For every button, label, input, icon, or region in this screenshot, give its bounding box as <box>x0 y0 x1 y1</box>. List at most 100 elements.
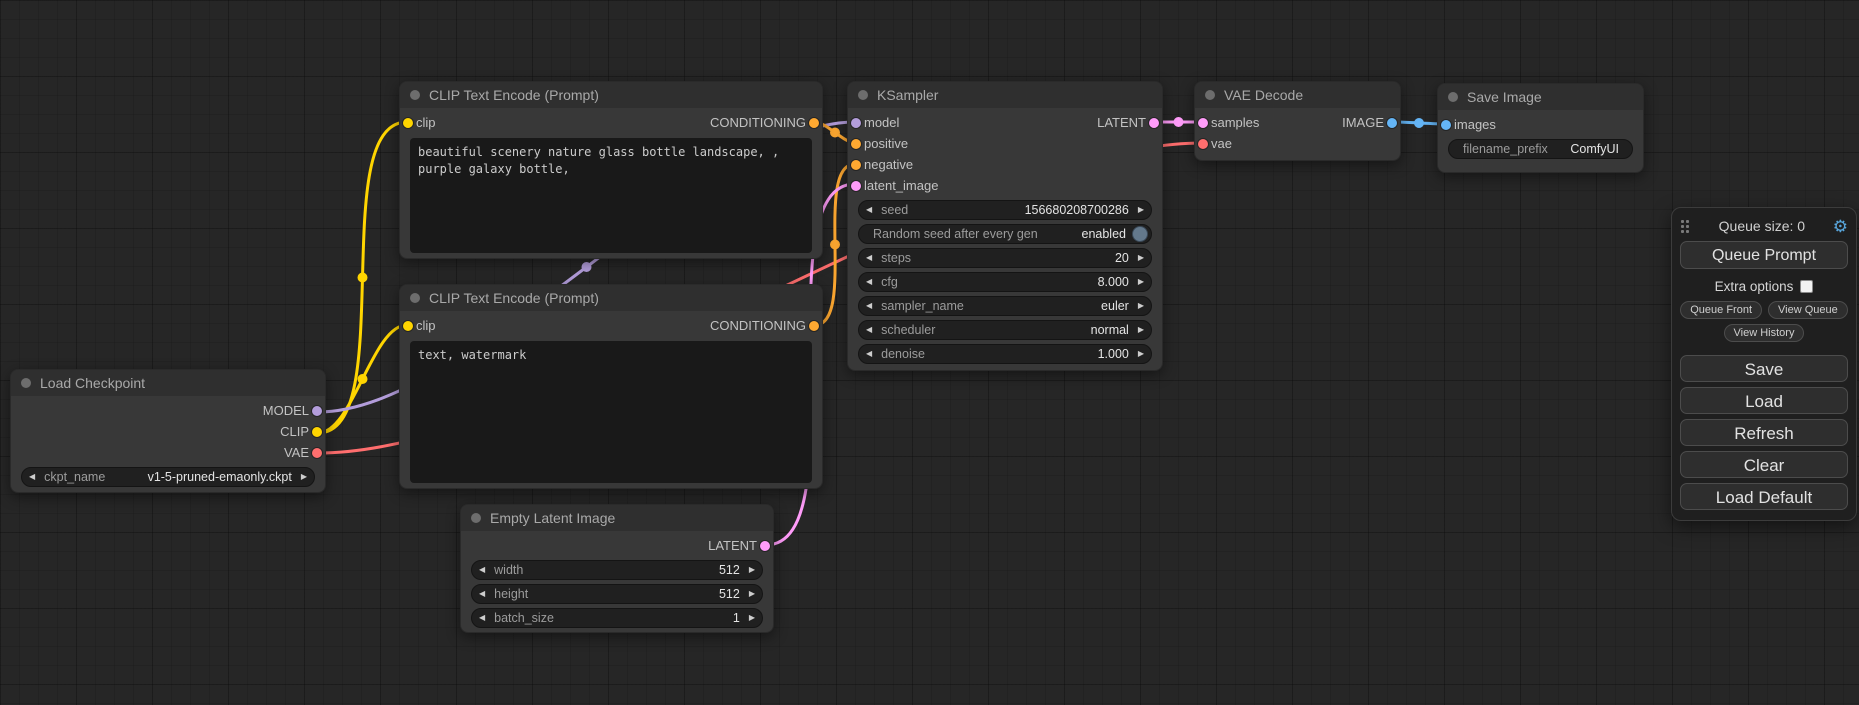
sampler-name-widget[interactable]: ◀ sampler_name euler ▶ <box>858 296 1152 316</box>
increment-arrow-icon[interactable]: ▶ <box>301 473 307 481</box>
node-title: CLIP Text Encode (Prompt) <box>429 290 599 306</box>
queue-front-button[interactable]: Queue Front <box>1680 301 1762 319</box>
collapse-dot-icon[interactable] <box>471 513 481 523</box>
input-slot-vae: vae <box>1195 133 1400 154</box>
node-clip-text-encode-negative[interactable]: CLIP Text Encode (Prompt) clip CONDITION… <box>399 284 823 489</box>
load-default-button[interactable]: Load Default <box>1680 483 1848 510</box>
output-slot-latent: LATENT <box>461 535 773 556</box>
increment-arrow-icon[interactable]: ▶ <box>1138 278 1144 286</box>
view-queue-button[interactable]: View Queue <box>1768 301 1848 319</box>
conditioning-output-port[interactable] <box>809 118 819 128</box>
gear-icon[interactable]: ⚙ <box>1833 218 1848 235</box>
graph-canvas[interactable]: Load Checkpoint MODEL CLIP VAE ◀ ckpt_na… <box>0 0 1859 705</box>
positive-input-port[interactable] <box>851 139 861 149</box>
decrement-arrow-icon[interactable]: ◀ <box>866 278 872 286</box>
increment-arrow-icon[interactable]: ▶ <box>1138 350 1144 358</box>
collapse-dot-icon[interactable] <box>21 378 31 388</box>
ckpt-name-widget[interactable]: ◀ ckpt_name v1-5-pruned-emaonly.ckpt ▶ <box>21 467 315 487</box>
input-slot-negative: negative <box>848 154 1162 175</box>
image-output-port[interactable] <box>1387 118 1397 128</box>
collapse-dot-icon[interactable] <box>1205 90 1215 100</box>
slot-label: CONDITIONING <box>710 318 806 333</box>
decrement-arrow-icon[interactable]: ◀ <box>866 302 872 310</box>
load-button[interactable]: Load <box>1680 387 1848 414</box>
denoise-widget[interactable]: ◀ denoise 1.000 ▶ <box>858 344 1152 364</box>
node-empty-latent-image[interactable]: Empty Latent Image LATENT ◀ width 512 ▶ … <box>460 504 774 633</box>
node-title-bar[interactable]: CLIP Text Encode (Prompt) <box>400 285 822 311</box>
scheduler-widget[interactable]: ◀ scheduler normal ▶ <box>858 320 1152 340</box>
positive-prompt-textarea[interactable]: beautiful scenery nature glass bottle la… <box>410 138 812 253</box>
node-ksampler[interactable]: KSampler model LATENT positive negative … <box>847 81 1163 371</box>
extra-options-row: Extra options <box>1680 275 1848 298</box>
clear-button[interactable]: Clear <box>1680 451 1848 478</box>
extra-options-checkbox[interactable] <box>1800 280 1813 293</box>
negative-prompt-textarea[interactable]: text, watermark <box>410 341 812 483</box>
clip-output-port[interactable] <box>312 427 322 437</box>
refresh-button[interactable]: Refresh <box>1680 419 1848 446</box>
increment-arrow-icon[interactable]: ▶ <box>749 590 755 598</box>
samples-input-port[interactable] <box>1198 118 1208 128</box>
widget-value: normal <box>1091 323 1129 337</box>
node-title: VAE Decode <box>1224 87 1303 103</box>
decrement-arrow-icon[interactable]: ◀ <box>866 206 872 214</box>
decrement-arrow-icon[interactable]: ◀ <box>29 473 35 481</box>
toggle-knob[interactable] <box>1132 226 1148 242</box>
decrement-arrow-icon[interactable]: ◀ <box>479 614 485 622</box>
images-input-port[interactable] <box>1441 120 1451 130</box>
vae-input-port[interactable] <box>1198 139 1208 149</box>
increment-arrow-icon[interactable]: ▶ <box>1138 326 1144 334</box>
node-title-bar[interactable]: CLIP Text Encode (Prompt) <box>400 82 822 108</box>
slot-row-model-latent: model LATENT <box>848 112 1162 133</box>
latent-output-port[interactable] <box>1149 118 1159 128</box>
filename-prefix-widget[interactable]: filename_prefix ComfyUI <box>1448 139 1633 159</box>
collapse-dot-icon[interactable] <box>410 90 420 100</box>
increment-arrow-icon[interactable]: ▶ <box>749 566 755 574</box>
save-button[interactable]: Save <box>1680 355 1848 382</box>
increment-arrow-icon[interactable]: ▶ <box>1138 206 1144 214</box>
node-load-checkpoint[interactable]: Load Checkpoint MODEL CLIP VAE ◀ ckpt_na… <box>10 369 326 493</box>
clip-input-port[interactable] <box>403 118 413 128</box>
collapse-dot-icon[interactable] <box>410 293 420 303</box>
node-title: CLIP Text Encode (Prompt) <box>429 87 599 103</box>
latent-image-input-port[interactable] <box>851 181 861 191</box>
node-title-bar[interactable]: VAE Decode <box>1195 82 1400 108</box>
decrement-arrow-icon[interactable]: ◀ <box>479 566 485 574</box>
width-widget[interactable]: ◀ width 512 ▶ <box>471 560 763 580</box>
collapse-dot-icon[interactable] <box>1448 92 1458 102</box>
node-title-bar[interactable]: KSampler <box>848 82 1162 108</box>
node-title-bar[interactable]: Empty Latent Image <box>461 505 773 531</box>
seed-widget[interactable]: ◀ seed 156680208700286 ▶ <box>858 200 1152 220</box>
decrement-arrow-icon[interactable]: ◀ <box>479 590 485 598</box>
decrement-arrow-icon[interactable]: ◀ <box>866 254 872 262</box>
increment-arrow-icon[interactable]: ▶ <box>1138 254 1144 262</box>
model-output-port[interactable] <box>312 406 322 416</box>
random-seed-widget[interactable]: Random seed after every gen enabled <box>858 224 1152 244</box>
increment-arrow-icon[interactable]: ▶ <box>749 614 755 622</box>
drag-handle-icon[interactable] <box>1680 219 1691 234</box>
queue-small-buttons-row: Queue Front View Queue <box>1680 301 1848 319</box>
increment-arrow-icon[interactable]: ▶ <box>1138 302 1144 310</box>
decrement-arrow-icon[interactable]: ◀ <box>866 350 872 358</box>
widget-value: 8.000 <box>1098 275 1129 289</box>
height-widget[interactable]: ◀ height 512 ▶ <box>471 584 763 604</box>
queue-prompt-button[interactable]: Queue Prompt <box>1680 241 1848 269</box>
latent-output-port[interactable] <box>760 541 770 551</box>
model-input-port[interactable] <box>851 118 861 128</box>
steps-widget[interactable]: ◀ steps 20 ▶ <box>858 248 1152 268</box>
node-save-image[interactable]: Save Image images filename_prefix ComfyU… <box>1437 83 1644 173</box>
node-clip-text-encode-positive[interactable]: CLIP Text Encode (Prompt) clip CONDITION… <box>399 81 823 259</box>
node-title-bar[interactable]: Load Checkpoint <box>11 370 325 396</box>
decrement-arrow-icon[interactable]: ◀ <box>866 326 872 334</box>
view-history-button[interactable]: View History <box>1724 324 1805 342</box>
node-title-bar[interactable]: Save Image <box>1438 84 1643 110</box>
negative-input-port[interactable] <box>851 160 861 170</box>
node-vae-decode[interactable]: VAE Decode samples IMAGE vae <box>1194 81 1401 161</box>
slot-label: clip <box>416 318 436 333</box>
vae-output-port[interactable] <box>312 448 322 458</box>
cfg-widget[interactable]: ◀ cfg 8.000 ▶ <box>858 272 1152 292</box>
widget-value: v1-5-pruned-emaonly.ckpt <box>148 470 292 484</box>
collapse-dot-icon[interactable] <box>858 90 868 100</box>
batch-size-widget[interactable]: ◀ batch_size 1 ▶ <box>471 608 763 628</box>
conditioning-output-port[interactable] <box>809 321 819 331</box>
clip-input-port[interactable] <box>403 321 413 331</box>
